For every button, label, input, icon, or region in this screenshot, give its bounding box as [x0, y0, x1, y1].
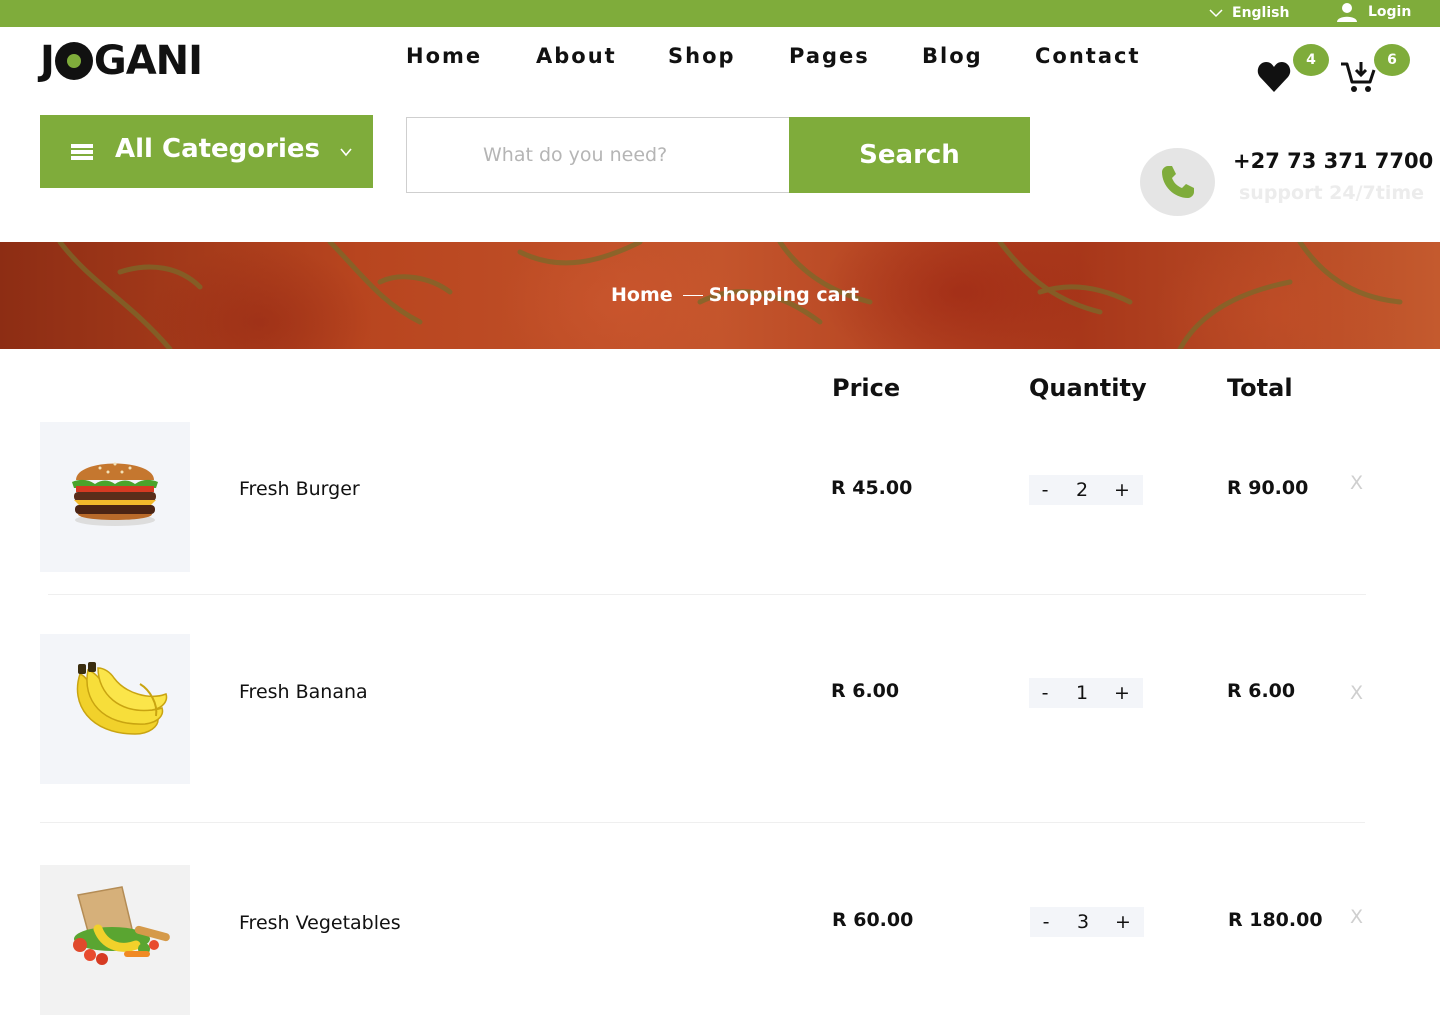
breadcrumb: Home Shopping cart	[611, 283, 859, 307]
decrement-button[interactable]: -	[1030, 678, 1060, 708]
row-divider	[48, 594, 1366, 595]
top-bar: English Login	[0, 0, 1440, 27]
wishlist-button[interactable]	[1256, 58, 1292, 94]
product-price: R 6.00	[831, 680, 900, 702]
chevron-down-icon	[340, 148, 352, 157]
heart-icon	[1257, 62, 1291, 92]
support-text: support 24/7time	[1239, 182, 1425, 204]
nav-shop[interactable]: Shop	[668, 44, 736, 68]
logo-text-start: J	[40, 38, 55, 84]
cart-count-badge: 6	[1374, 44, 1410, 76]
nav-pages[interactable]: Pages	[789, 44, 870, 68]
increment-button[interactable]: +	[1107, 475, 1137, 505]
wishlist-count-badge: 4	[1293, 44, 1329, 76]
vegetables-image	[73, 886, 170, 965]
quantity-value[interactable]: 1	[1067, 678, 1097, 708]
product-total: R 90.00	[1227, 477, 1309, 499]
quantity-stepper: - 2 +	[1029, 475, 1143, 505]
logo[interactable]: J GANI	[40, 38, 203, 84]
quantity-value[interactable]: 2	[1067, 475, 1097, 505]
quantity-header: Quantity	[1029, 374, 1147, 402]
product-thumbnail[interactable]	[40, 634, 190, 784]
cart-icon	[1341, 62, 1376, 92]
quantity-stepper: - 3 +	[1030, 907, 1144, 937]
product-total: R 6.00	[1227, 680, 1296, 702]
product-thumbnail[interactable]	[40, 865, 190, 1015]
product-price: R 60.00	[832, 909, 914, 931]
quantity-value[interactable]: 3	[1068, 907, 1098, 937]
decrement-button[interactable]: -	[1031, 907, 1061, 937]
login-label: Login	[1368, 4, 1412, 20]
breadcrumb-separator	[682, 294, 703, 296]
quantity-stepper: - 1 +	[1029, 678, 1143, 708]
menu-icon	[71, 144, 93, 160]
all-categories-dropdown[interactable]: All Categories	[40, 115, 373, 188]
language-selector[interactable]: English	[1209, 3, 1289, 23]
logo-text-end: GANI	[93, 38, 203, 84]
phone-number: +27 73 371 7700	[1233, 149, 1434, 173]
product-name[interactable]: Fresh Banana	[239, 681, 368, 703]
increment-button[interactable]: +	[1108, 907, 1138, 937]
row-divider	[40, 822, 1365, 823]
user-icon	[1337, 3, 1357, 22]
product-total: R 180.00	[1228, 909, 1323, 931]
logo-o-mark	[54, 42, 93, 80]
decrement-button[interactable]: -	[1030, 475, 1060, 505]
phone-icon	[1161, 166, 1194, 198]
cart-button[interactable]	[1339, 58, 1377, 94]
product-thumbnail[interactable]	[40, 422, 190, 572]
login-link[interactable]: Login	[1336, 1, 1411, 23]
breadcrumb-current: Shopping cart	[708, 284, 859, 306]
product-name[interactable]: Fresh Burger	[239, 478, 360, 500]
phone-badge	[1140, 148, 1215, 216]
remove-item-button[interactable]: X	[1350, 906, 1363, 928]
remove-item-button[interactable]: X	[1350, 472, 1363, 494]
price-header: Price	[832, 374, 901, 402]
search-input[interactable]	[406, 117, 790, 193]
product-name[interactable]: Fresh Vegetables	[239, 912, 401, 934]
total-header: Total	[1227, 374, 1293, 402]
product-price: R 45.00	[831, 477, 913, 499]
chevron-down-icon	[1209, 8, 1223, 17]
burger-image	[72, 462, 158, 526]
language-label: English	[1232, 5, 1290, 21]
nav-about[interactable]: About	[536, 44, 617, 68]
nav-home[interactable]: Home	[406, 44, 482, 68]
banana-image	[76, 662, 168, 735]
breadcrumb-home[interactable]: Home	[611, 284, 673, 306]
nav-blog[interactable]: Blog	[922, 44, 983, 68]
nav-contact[interactable]: Contact	[1035, 44, 1141, 68]
search-button[interactable]: Search	[789, 117, 1030, 193]
remove-item-button[interactable]: X	[1350, 682, 1363, 704]
increment-button[interactable]: +	[1107, 678, 1137, 708]
categories-label: All Categories	[115, 134, 321, 164]
